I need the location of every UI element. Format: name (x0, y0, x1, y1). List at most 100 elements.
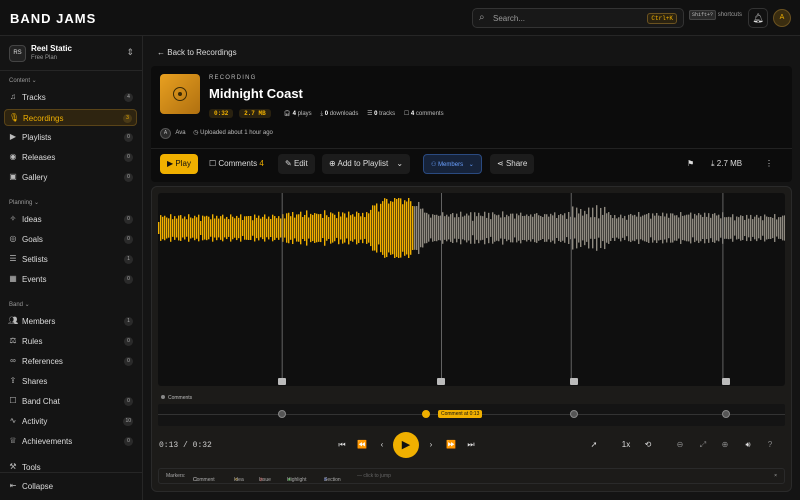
skip-start-icon[interactable]: ⏮ (334, 437, 350, 453)
shortcuts-hint[interactable]: Shift+? shortcuts (689, 10, 742, 20)
step-back-icon[interactable]: ‹ (374, 437, 390, 453)
section-label: Band (9, 302, 24, 308)
back-link[interactable]: ← Back to Recordings (157, 48, 237, 57)
section-content[interactable]: Content ⌄ (9, 77, 37, 84)
sidebar-item-count: 0 (124, 437, 133, 446)
download-button[interactable]: ⤓ 2.7 MB (704, 154, 749, 174)
uploader-avatar[interactable]: A (160, 128, 171, 139)
sidebar-item-playlists[interactable]: ▶ Playlists 0 (4, 129, 137, 146)
speed-button[interactable]: 1x (616, 437, 636, 453)
play-pause-button[interactable]: ▶ (393, 432, 419, 458)
play-label: Play (175, 159, 191, 168)
sidebar-item-ideas[interactable]: ✧ Ideas 0 (4, 211, 137, 228)
shortcuts-key: Shift+? (689, 10, 717, 20)
waveform-bar (500, 217, 502, 239)
sidebar-item-references[interactable]: ∞ References 0 (4, 353, 137, 370)
comment-marker-icon[interactable] (570, 378, 578, 385)
sidebar-item-events[interactable]: ▦ Events 0 (4, 271, 137, 288)
share-button[interactable]: ⋖ Share (490, 154, 535, 174)
sidebar-item-tracks[interactable]: ♫ Tracks 4 (4, 89, 137, 106)
section-planning[interactable]: Planning ⌄ (9, 199, 39, 206)
waveform-bar (218, 218, 220, 238)
play-button[interactable]: ▶ Play (160, 154, 198, 174)
waveform-bar (436, 214, 438, 242)
waveform-bar (172, 219, 174, 237)
sidebar-item-setlists[interactable]: ☰ Setlists 1 (4, 251, 137, 268)
collapse-button[interactable]: ⇤ Collapse (4, 478, 137, 495)
waveform-bar (536, 213, 538, 243)
zoom-out-icon[interactable]: ⊖ (672, 437, 688, 453)
app-logo[interactable]: BAND JAMS (10, 11, 96, 26)
download-icon: ⤓ (711, 159, 715, 168)
bookmark-button[interactable]: ⚑ (680, 154, 701, 174)
cursor-tool-icon[interactable]: ➚ (586, 437, 602, 453)
waveform-bar (768, 217, 770, 239)
waveform-bar (238, 217, 240, 239)
sidebar-item-tools[interactable]: ⚒ Tools (4, 459, 137, 476)
more-options-button[interactable]: ⋮ (758, 154, 780, 174)
waveform-bar (396, 199, 398, 257)
step-forward-icon[interactable]: › (423, 437, 439, 453)
user-avatar[interactable]: A (773, 9, 791, 27)
comments-button[interactable]: ☐ Comments 4 (202, 154, 271, 174)
sidebar-item-goals[interactable]: ◎ Goals 0 (4, 231, 137, 248)
waveform-bar (256, 217, 258, 239)
search-box[interactable]: ⌕ Search... Ctrl+K (472, 8, 684, 28)
waveform[interactable] (158, 193, 785, 386)
waveform-bar (164, 215, 166, 241)
close-icon[interactable]: × (774, 473, 777, 479)
waveform-bar (762, 220, 764, 236)
waveform-bar (166, 217, 168, 239)
help-icon[interactable]: ? (762, 437, 778, 453)
comments-lane-text: Comments (168, 395, 193, 401)
comment-pin[interactable] (722, 410, 730, 418)
search-placeholder: Search... (493, 14, 526, 23)
waveform-bar (230, 214, 232, 242)
waveform-bar (610, 214, 612, 242)
sidebar-item-rules[interactable]: ⚖ Rules 0 (4, 333, 137, 350)
waveform-bar (506, 214, 508, 242)
sidebar-item-achievements[interactable]: ♕ Achievements 0 (4, 433, 137, 450)
comment-pin[interactable] (570, 410, 578, 418)
waveform-bar (400, 198, 402, 258)
comment-pin[interactable] (278, 410, 286, 418)
sidebar-item-label: References (22, 357, 63, 366)
waveform-bar (470, 212, 472, 244)
waveform-bar (496, 215, 498, 241)
sidebar-item-label: Releases (22, 153, 56, 162)
uploader-name[interactable]: Ava (175, 130, 185, 136)
sidebar-item-shares[interactable]: ⇪ Shares (4, 373, 137, 390)
fit-to-view-icon[interactable]: ⤢ (695, 437, 711, 453)
visibility-select[interactable]: ⚇ Members ⌄ (423, 154, 482, 174)
comment-pin-active[interactable] (422, 410, 430, 418)
rewind-icon[interactable]: ⏪ (354, 437, 370, 453)
edit-button[interactable]: ✎ Edit (278, 154, 315, 174)
zoom-in-icon[interactable]: ⊕ (717, 437, 733, 453)
fast-forward-icon[interactable]: ⏩ (443, 437, 459, 453)
add-to-playlist-button[interactable]: ⊕ Add to Playlist ⌄ (322, 154, 411, 174)
section-band[interactable]: Band ⌄ (9, 301, 30, 308)
waveform-bar (784, 215, 785, 241)
download-size: 2.7 MB (716, 159, 743, 168)
volume-icon[interactable]: 🔊︎ (740, 437, 756, 453)
sidebar-item-activity[interactable]: ∿ Activity 10 (4, 413, 137, 430)
sidebar-item-releases[interactable]: ◉ Releases 0 (4, 149, 137, 166)
workspace-switcher[interactable]: RS Reel Static Free Plan ⇕ (0, 36, 143, 71)
comment-marker-icon[interactable] (278, 378, 286, 385)
comment-marker-icon[interactable] (437, 378, 445, 385)
loop-icon[interactable]: ⟲ (640, 437, 656, 453)
skip-end-icon[interactable]: ⏭ (463, 437, 479, 453)
chevron-updown-icon: ⇕ (126, 47, 134, 57)
sidebar-item-members[interactable]: 👥︎ Members 1 (4, 313, 137, 330)
workspace-name: Reel Static (31, 44, 72, 53)
waveform-bar (404, 200, 406, 256)
waveform-bar (700, 214, 702, 242)
waveform-bar (738, 217, 740, 239)
comment-marker-icon[interactable] (722, 378, 730, 385)
notifications-bell-icon[interactable]: 🔔︎ (748, 8, 768, 28)
sidebar-item-band-chat[interactable]: ☐ Band Chat 0 (4, 393, 137, 410)
waveform-bar (550, 213, 552, 243)
sidebar-item-gallery[interactable]: ▣ Gallery 0 (4, 169, 137, 186)
comments-lane[interactable]: Comment at 0:13 (158, 404, 785, 426)
sidebar-item-recordings[interactable]: 🎙︎ Recordings 3 (4, 109, 137, 126)
